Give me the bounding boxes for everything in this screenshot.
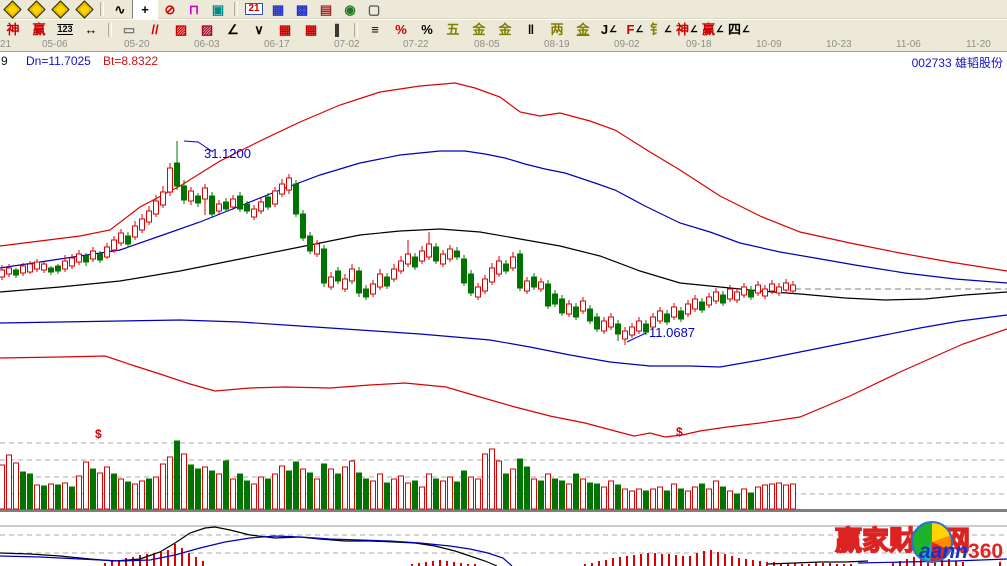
- dollar-signal-marker: $: [676, 425, 683, 439]
- macd-pane: [0, 527, 1007, 566]
- macd-dea-line: [0, 536, 512, 566]
- macd-dif-line: [0, 527, 497, 566]
- candlesticks: [0, 141, 796, 345]
- dollar-signal-marker: $: [95, 427, 102, 441]
- stock-analysis-window: ∿+⊘⊓▣21▦▩▤◉▢ 神赢123↔▭//▨▨∠∨▦▦∥≡%%五金金‖两金J∠…: [0, 0, 1007, 566]
- peak-price-label: 31.1200: [204, 146, 251, 161]
- band-lower_blue: [0, 315, 1007, 367]
- band-lower_red: [0, 329, 1007, 437]
- volume-bars: [0, 441, 796, 509]
- chart-canvas[interactable]: 31.1200 11.0687 $ $: [0, 0, 1007, 566]
- macd-dea-line: [858, 559, 1007, 563]
- band-upper_red: [0, 83, 1007, 271]
- macd-dif-line: [768, 561, 868, 564]
- envelope-bands: [0, 83, 1007, 437]
- trough-price-label: 11.0687: [649, 325, 695, 340]
